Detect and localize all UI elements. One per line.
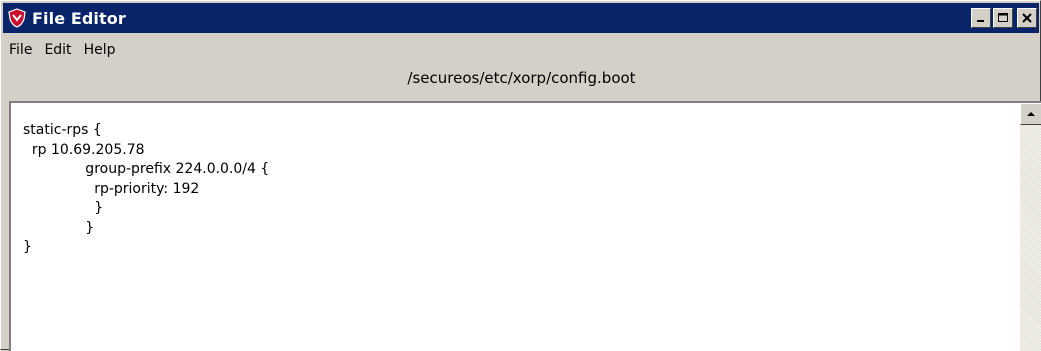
menu-edit[interactable]: Edit xyxy=(38,42,77,58)
editor-line: static-rps { xyxy=(23,122,102,138)
window-title: File Editor xyxy=(32,8,126,28)
maximize-button[interactable] xyxy=(993,8,1013,28)
editor-line: } xyxy=(23,200,104,216)
menu-help[interactable]: Help xyxy=(78,42,122,58)
editor-line: rp-priority: 192 xyxy=(23,180,200,197)
editor-line: } xyxy=(23,219,95,236)
maximize-icon xyxy=(998,13,1008,22)
editor-line: group-prefix 224.0.0.0/4 { xyxy=(23,161,270,177)
editor-content[interactable]: static-rps { rp 10.69.205.78 group-prefi… xyxy=(23,121,269,258)
title-bar[interactable]: File Editor xyxy=(3,3,1039,33)
editor-line: rp 10.69.205.78 xyxy=(23,141,145,158)
menu-bar: File Edit Help xyxy=(3,37,121,63)
text-editor-area[interactable]: static-rps { rp 10.69.205.78 group-prefi… xyxy=(9,101,1041,351)
shield-logo-icon xyxy=(6,7,28,29)
minimize-button[interactable] xyxy=(971,8,991,28)
file-editor-window: File Editor File Edit Help /secureos/etc… xyxy=(0,0,1041,351)
close-button[interactable] xyxy=(1017,8,1037,28)
editor-line: } xyxy=(23,239,32,255)
vertical-scrollbar[interactable] xyxy=(1020,103,1041,351)
scroll-up-button[interactable] xyxy=(1020,103,1041,125)
scroll-up-arrow-icon xyxy=(1027,112,1035,116)
menu-file[interactable]: File xyxy=(3,42,38,58)
window-controls xyxy=(969,8,1037,28)
minimize-icon xyxy=(977,20,984,22)
close-icon xyxy=(1022,13,1032,23)
file-path-label: /secureos/etc/xorp/config.boot xyxy=(407,69,636,87)
